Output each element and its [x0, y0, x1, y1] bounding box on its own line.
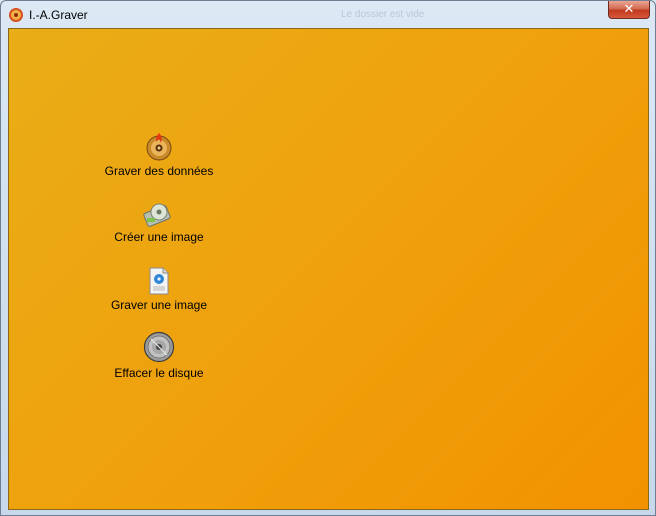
- main-panel: Graver des données Créer une image Grave…: [8, 28, 649, 510]
- erase-disc-label: Effacer le disque: [114, 366, 204, 380]
- create-image-label: Créer une image: [114, 230, 204, 244]
- erase-disc-icon: [143, 331, 175, 363]
- burn-image-action[interactable]: Graver une image: [69, 267, 249, 312]
- burn-image-label: Graver une image: [110, 298, 208, 312]
- window-ghost-text: Le dossier est vide: [341, 9, 425, 20]
- app-logo-icon: [9, 8, 23, 22]
- burn-data-action[interactable]: Graver des données: [69, 131, 249, 178]
- create-image-icon: [143, 203, 171, 227]
- burn-disc-icon: [146, 133, 172, 161]
- title-bar[interactable]: I.-A.Graver Le dossier est vide ✕: [1, 1, 655, 28]
- app-window: I.-A.Graver Le dossier est vide ✕ Graver…: [0, 0, 656, 516]
- erase-disc-action[interactable]: Effacer le disque: [69, 331, 249, 380]
- close-icon: ✕: [623, 2, 635, 17]
- burn-data-label: Graver des données: [104, 164, 214, 178]
- create-image-action[interactable]: Créer une image: [69, 199, 249, 244]
- window-title: I.-A.Graver: [29, 8, 88, 22]
- iso-file-icon: [149, 267, 169, 295]
- close-button[interactable]: ✕: [608, 1, 650, 19]
